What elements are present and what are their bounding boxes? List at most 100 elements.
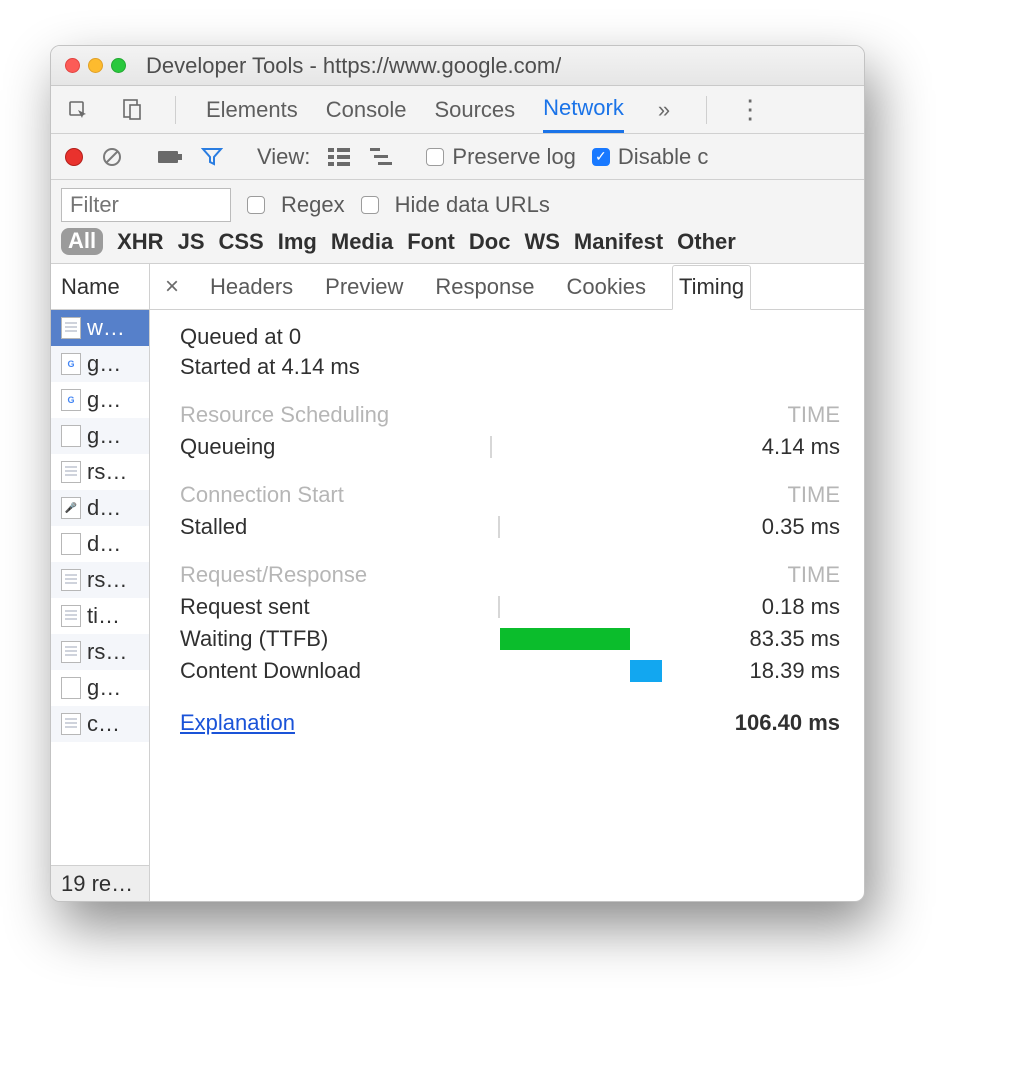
hide-data-urls-label: Hide data URLs [395, 192, 550, 218]
close-detail-icon[interactable]: × [160, 273, 184, 301]
request-row[interactable]: ti… [51, 598, 149, 634]
filter-font[interactable]: Font [407, 229, 455, 255]
request-row[interactable]: Gg… [51, 346, 149, 382]
regex-label: Regex [281, 192, 345, 218]
section-title: Request/Response [180, 562, 367, 588]
explanation-link[interactable]: Explanation [180, 710, 295, 736]
file-icon [61, 317, 81, 339]
request-name: g… [87, 423, 121, 449]
device-toggle-icon[interactable] [119, 97, 145, 123]
type-filter-bar: All XHR JS CSS Img Media Font Doc WS Man… [51, 226, 864, 264]
filter-ws[interactable]: WS [524, 229, 559, 255]
request-name: g… [87, 351, 121, 377]
regex-checkbox[interactable] [247, 196, 265, 214]
time-column-header: TIME [787, 482, 840, 508]
separator [175, 96, 176, 124]
filter-other[interactable]: Other [677, 229, 736, 255]
request-row[interactable]: rs… [51, 634, 149, 670]
filter-icon[interactable] [199, 144, 225, 170]
view-label: View: [257, 144, 310, 170]
file-icon [61, 605, 81, 627]
timing-bar [490, 436, 492, 458]
request-row[interactable]: d… [51, 526, 149, 562]
preserve-log-checkbox[interactable] [426, 148, 444, 166]
timing-row: Stalled0.35 ms [180, 514, 850, 540]
inspect-element-icon[interactable] [65, 97, 91, 123]
request-list: Name w…Gg…Gg…g…rs…🎤d…d…rs…ti…rs…g…c… 19 … [51, 264, 150, 901]
file-icon [61, 569, 81, 591]
file-icon: G [61, 389, 81, 411]
column-header-name[interactable]: Name [51, 264, 149, 310]
view-small-icon[interactable] [368, 144, 394, 170]
window-minimize-button[interactable] [88, 58, 103, 73]
timing-row-value: 4.14 ms [690, 434, 850, 460]
filter-all[interactable]: All [61, 228, 103, 255]
capture-screenshots-icon[interactable] [157, 144, 183, 170]
more-tabs-chevron-icon[interactable]: » [652, 97, 676, 123]
disable-cache-checkbox[interactable]: ✓ [592, 148, 610, 166]
titlebar: Developer Tools - https://www.google.com… [51, 46, 864, 86]
tab-network[interactable]: Network [543, 86, 624, 133]
devtools-window: Developer Tools - https://www.google.com… [50, 45, 865, 902]
timing-row-label: Queueing [180, 434, 490, 460]
filter-js[interactable]: JS [178, 229, 205, 255]
file-icon [61, 677, 81, 699]
section-title: Connection Start [180, 482, 344, 508]
time-column-header: TIME [787, 562, 840, 588]
record-button[interactable] [65, 148, 83, 166]
timing-bar [498, 516, 500, 538]
tab-sources[interactable]: Sources [434, 86, 515, 133]
request-name: c… [87, 711, 120, 737]
timing-section: Request/ResponseTIMERequest sent0.18 msW… [180, 562, 850, 684]
timing-section: Resource SchedulingTIMEQueueing4.14 ms [180, 402, 850, 460]
window-close-button[interactable] [65, 58, 80, 73]
settings-kebab-icon[interactable]: ⋮ [737, 94, 762, 125]
filter-manifest[interactable]: Manifest [574, 229, 663, 255]
timing-bar-lane [490, 516, 690, 538]
timing-bar-lane [490, 436, 690, 458]
filter-media[interactable]: Media [331, 229, 393, 255]
filter-css[interactable]: CSS [219, 229, 264, 255]
filter-xhr[interactable]: XHR [117, 229, 163, 255]
detail-tab-headers[interactable]: Headers [204, 264, 299, 309]
filter-input[interactable] [61, 188, 231, 222]
request-name: ti… [87, 603, 120, 629]
filter-img[interactable]: Img [278, 229, 317, 255]
detail-tab-timing[interactable]: Timing [672, 265, 751, 310]
timing-section: Connection Start TIME Stalled0.35 ms [180, 482, 850, 540]
network-toolbar: View: Preserve log ✓ Disable c [51, 134, 864, 180]
hide-data-urls-checkbox[interactable] [361, 196, 379, 214]
request-row[interactable]: g… [51, 418, 149, 454]
request-name: d… [87, 495, 121, 521]
request-name: w… [87, 315, 125, 341]
window-title: Developer Tools - https://www.google.com… [146, 53, 561, 79]
request-row[interactable]: w… [51, 310, 149, 346]
view-large-icon[interactable] [326, 144, 352, 170]
timing-row: Request sent 0.18 ms [180, 594, 850, 620]
file-icon [61, 533, 81, 555]
request-row[interactable]: rs… [51, 454, 149, 490]
detail-tab-preview[interactable]: Preview [319, 264, 409, 309]
panel-tabs: Elements Console Sources Network [206, 86, 624, 133]
timing-row: Queueing 4.14 ms [180, 434, 850, 460]
tab-elements[interactable]: Elements [206, 86, 298, 133]
request-row[interactable]: rs… [51, 562, 149, 598]
request-name: rs… [87, 639, 127, 665]
file-icon [61, 425, 81, 447]
clear-icon[interactable] [99, 144, 125, 170]
preserve-log-label: Preserve log [452, 144, 576, 170]
detail-tab-response[interactable]: Response [429, 264, 540, 309]
timing-bar-lane [490, 596, 690, 618]
request-row[interactable]: g… [51, 670, 149, 706]
filter-doc[interactable]: Doc [469, 229, 511, 255]
request-row[interactable]: c… [51, 706, 149, 742]
request-name: rs… [87, 459, 127, 485]
window-zoom-button[interactable] [111, 58, 126, 73]
request-row[interactable]: Gg… [51, 382, 149, 418]
request-name: rs… [87, 567, 127, 593]
request-row[interactable]: 🎤d… [51, 490, 149, 526]
timing-row-label: Request sent [180, 594, 490, 620]
timing-row-value: 0.18 ms [690, 594, 850, 620]
detail-tab-cookies[interactable]: Cookies [560, 264, 651, 309]
tab-console[interactable]: Console [326, 86, 407, 133]
